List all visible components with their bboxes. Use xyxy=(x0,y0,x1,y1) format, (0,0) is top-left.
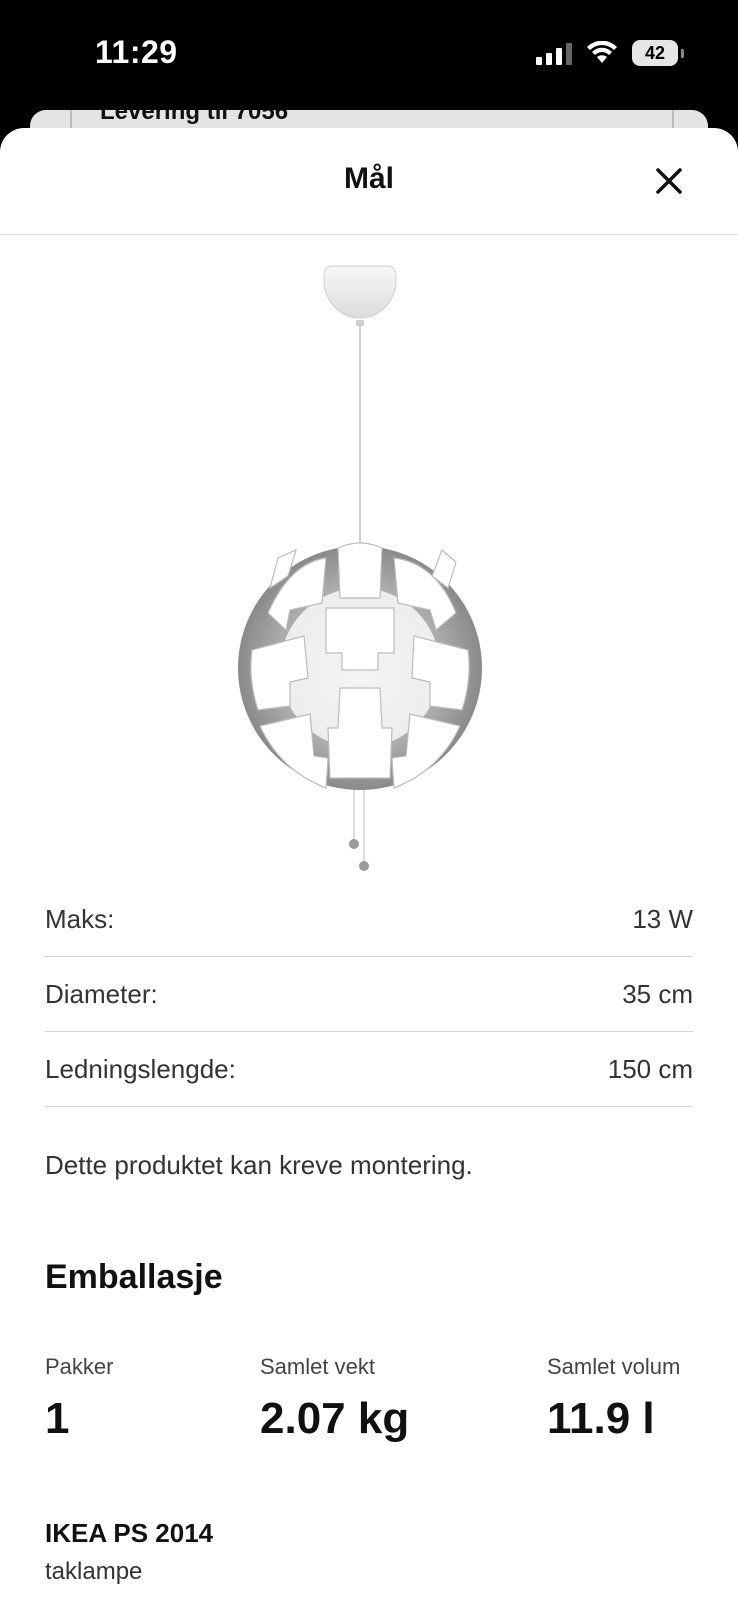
packaging-weight: Samlet vekt 2.07 kg xyxy=(260,1354,409,1444)
spec-value: 35 cm xyxy=(622,978,693,1009)
product-image xyxy=(238,265,482,871)
spec-row-diameter: Diameter: 35 cm xyxy=(45,957,693,1032)
product-type: taklampe xyxy=(45,1558,143,1585)
packaging-volume: Samlet volum 11.9 l xyxy=(547,1354,680,1444)
cellular-signal-icon xyxy=(536,41,572,65)
close-icon[interactable] xyxy=(652,164,686,198)
status-bar: 11:29 42 xyxy=(0,0,738,110)
spec-value: 13 W xyxy=(632,903,693,934)
status-time: 11:29 xyxy=(95,34,178,70)
product-name: IKEA PS 2014 xyxy=(45,1518,214,1548)
battery-level: 42 xyxy=(644,42,666,63)
packaging-title: Emballasje xyxy=(45,1258,223,1296)
spec-value: 150 cm xyxy=(607,1053,693,1084)
spec-label: Ledningslengde: xyxy=(45,1053,236,1084)
packaging-packages: Pakker 1 xyxy=(45,1354,113,1444)
volume-label: Samlet volum xyxy=(547,1354,681,1379)
status-icons: 42 xyxy=(536,40,684,66)
spec-row-cord-length: Ledningslengde: 150 cm xyxy=(45,1032,693,1107)
battery-icon: 42 xyxy=(632,40,684,66)
specs-list: Maks: 13 W Diameter: 35 cm Ledningslengd… xyxy=(45,882,693,1107)
sheet-header: Mål xyxy=(0,128,738,235)
packages-label: Pakker xyxy=(45,1354,114,1379)
weight-label: Samlet vekt xyxy=(260,1354,375,1379)
packages-value: 1 xyxy=(45,1394,70,1443)
spec-label: Diameter: xyxy=(45,978,158,1009)
wifi-icon xyxy=(587,41,617,63)
delivery-text: Levering til 7056 xyxy=(100,110,289,125)
sheet-title: Mål xyxy=(343,162,394,195)
spec-label: Maks: xyxy=(45,903,115,934)
volume-value: 11.9 l xyxy=(547,1394,655,1443)
assembly-note: Dette produktet kan kreve montering. xyxy=(45,1150,473,1180)
spec-row-max: Maks: 13 W xyxy=(45,882,693,957)
weight-value: 2.07 kg xyxy=(260,1394,410,1443)
dimensions-sheet: Mål Maks: 13 W Diameter: 35 cm Ledningsl… xyxy=(0,128,738,1600)
